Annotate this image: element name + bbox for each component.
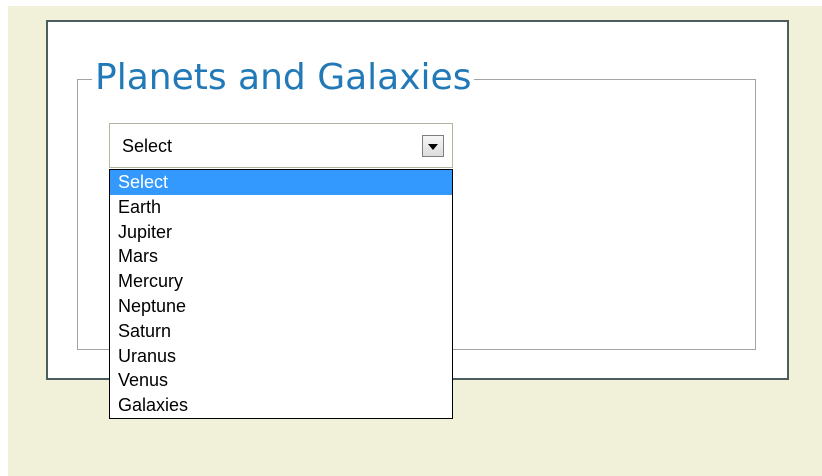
- planet-dropdown-list[interactable]: Select Earth Jupiter Mars Mercury Neptun…: [109, 169, 453, 419]
- dropdown-option-select[interactable]: Select: [110, 170, 452, 195]
- dropdown-option-mars[interactable]: Mars: [110, 244, 452, 269]
- dropdown-option-saturn[interactable]: Saturn: [110, 319, 452, 344]
- dropdown-option-venus[interactable]: Venus: [110, 368, 452, 393]
- dropdown-option-jupiter[interactable]: Jupiter: [110, 220, 452, 245]
- dropdown-option-uranus[interactable]: Uranus: [110, 344, 452, 369]
- select-current-value: Select: [122, 136, 173, 156]
- dropdown-option-earth[interactable]: Earth: [110, 195, 452, 220]
- dropdown-option-mercury[interactable]: Mercury: [110, 269, 452, 294]
- planet-select[interactable]: Select: [109, 123, 453, 168]
- chevron-down-icon[interactable]: [422, 135, 444, 157]
- dropdown-option-neptune[interactable]: Neptune: [110, 294, 452, 319]
- fieldset-legend: Planets and Galaxies: [92, 58, 475, 98]
- dropdown-option-galaxies[interactable]: Galaxies: [110, 393, 452, 418]
